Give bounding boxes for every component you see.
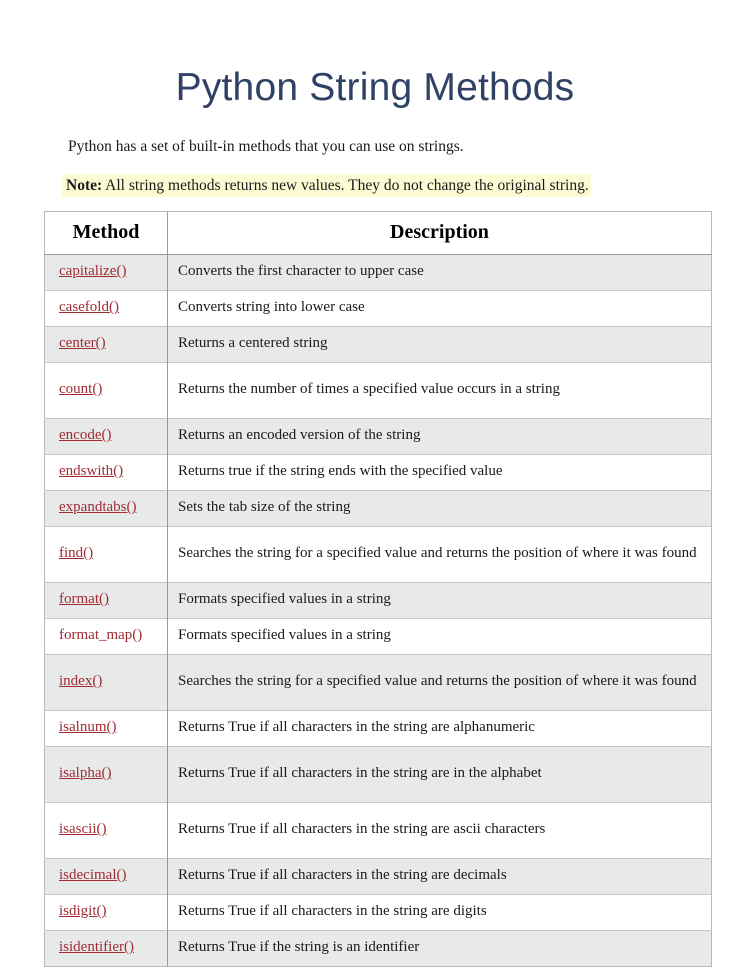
method-cell: encode() bbox=[44, 417, 168, 455]
table-row: isdigit() Returns True if all characters … bbox=[44, 893, 712, 931]
table-row: isdecimal() Returns True if all character… bbox=[44, 857, 712, 895]
methods-table-container: Method Description capitalize() Converts … bbox=[0, 199, 750, 967]
table-row: find() Searches the string for a specifie… bbox=[44, 525, 712, 583]
description-cell: Formats specified values in a string bbox=[167, 617, 712, 655]
description-cell: Returns True if all characters in the st… bbox=[167, 893, 712, 931]
method-link[interactable]: find() bbox=[59, 545, 93, 561]
method-link[interactable]: isdecimal() bbox=[59, 867, 126, 883]
method-cell: isdigit() bbox=[44, 893, 168, 931]
method-cell: format_map() bbox=[44, 617, 168, 655]
description-cell: Returns True if the string is an identif… bbox=[167, 929, 712, 967]
method-cell: find() bbox=[44, 525, 168, 583]
intro-paragraph: Python has a set of built-in methods tha… bbox=[68, 137, 464, 155]
description-cell: Returns a centered string bbox=[167, 325, 712, 363]
note-text: All string methods returns new values. T… bbox=[102, 176, 589, 194]
method-cell: isalpha() bbox=[44, 745, 168, 803]
note-container: Note: All string methods returns new val… bbox=[0, 158, 750, 199]
document-page: Python String Methods Python has a set o… bbox=[0, 0, 750, 971]
table-header-row: Method Description bbox=[44, 211, 712, 255]
table-body: capitalize() Converts the first character… bbox=[44, 253, 712, 967]
table-row: casefold() Converts string into lower cas… bbox=[44, 289, 712, 327]
method-link[interactable]: endswith() bbox=[59, 463, 123, 479]
method-name: format_map() bbox=[59, 627, 143, 644]
page-title: Python String Methods bbox=[175, 66, 575, 109]
description-cell: Formats specified values in a string bbox=[167, 581, 712, 619]
method-link[interactable]: isascii() bbox=[59, 821, 106, 837]
table-header: Method Description bbox=[44, 211, 712, 255]
method-cell: casefold() bbox=[44, 289, 168, 327]
method-cell: center() bbox=[44, 325, 168, 363]
method-link[interactable]: format() bbox=[59, 591, 109, 607]
description-cell: Converts string into lower case bbox=[167, 289, 712, 327]
table-row: isalpha() Returns True if all characters … bbox=[44, 745, 712, 803]
description-cell: Returns True if all characters in the st… bbox=[167, 801, 712, 859]
table-row: encode() Returns an encoded version of th… bbox=[44, 417, 712, 455]
method-link[interactable]: expandtabs() bbox=[59, 499, 136, 515]
note-label: Note: bbox=[66, 176, 103, 194]
description-cell: Sets the tab size of the string bbox=[167, 489, 712, 527]
table-row: isascii() Returns True if all characters … bbox=[44, 801, 712, 859]
method-link[interactable]: index() bbox=[59, 673, 102, 689]
method-cell: expandtabs() bbox=[44, 489, 168, 527]
string-methods-table: Method Description capitalize() Converts … bbox=[44, 210, 712, 967]
description-cell: Returns True if all characters in the st… bbox=[167, 857, 712, 895]
method-cell: endswith() bbox=[44, 453, 168, 491]
description-cell: Searches the string for a specified valu… bbox=[167, 653, 712, 711]
method-cell: isalnum() bbox=[44, 709, 168, 747]
description-cell: Returns True if all characters in the st… bbox=[167, 745, 712, 803]
method-cell: isascii() bbox=[44, 801, 168, 859]
table-row: format_map() Formats specified values in … bbox=[44, 617, 712, 655]
method-link[interactable]: casefold() bbox=[59, 299, 119, 315]
method-cell: index() bbox=[44, 653, 168, 711]
column-header-description: Description bbox=[167, 211, 712, 255]
method-cell: count() bbox=[44, 361, 168, 419]
method-cell: isdecimal() bbox=[44, 857, 168, 895]
table-row: count() Returns the number of times a spe… bbox=[44, 361, 712, 419]
table-row: format() Formats specified values in a st… bbox=[44, 581, 712, 619]
note-highlight: Note: All string methods returns new val… bbox=[62, 173, 591, 197]
table-row: isidentifier() Returns True if the string… bbox=[44, 929, 712, 967]
description-cell: Returns an encoded version of the string bbox=[167, 417, 712, 455]
table-row: capitalize() Converts the first character… bbox=[44, 253, 712, 291]
method-link[interactable]: capitalize() bbox=[59, 263, 126, 279]
description-cell: Searches the string for a specified valu… bbox=[167, 525, 712, 583]
description-cell: Converts the first character to upper ca… bbox=[167, 253, 712, 291]
table-row: center() Returns a centered string bbox=[44, 325, 712, 363]
method-link[interactable]: isalpha() bbox=[59, 765, 111, 781]
method-link[interactable]: encode() bbox=[59, 427, 111, 443]
method-cell: isidentifier() bbox=[44, 929, 168, 967]
method-link[interactable]: isidentifier() bbox=[59, 939, 134, 955]
table-row: isalnum() Returns True if all characters … bbox=[44, 709, 712, 747]
method-link[interactable]: count() bbox=[59, 381, 102, 397]
table-row: endswith() Returns true if the string end… bbox=[44, 453, 712, 491]
method-link[interactable]: isalnum() bbox=[59, 719, 117, 735]
table-row: expandtabs() Sets the tab size of the str… bbox=[44, 489, 712, 527]
column-header-method: Method bbox=[44, 211, 168, 255]
table-row: index() Searches the string for a specifi… bbox=[44, 653, 712, 711]
description-cell: Returns True if all characters in the st… bbox=[167, 709, 712, 747]
description-cell: Returns true if the string ends with the… bbox=[167, 453, 712, 491]
method-link[interactable]: center() bbox=[59, 335, 106, 351]
method-link[interactable]: isdigit() bbox=[59, 903, 107, 919]
description-cell: Returns the number of times a specified … bbox=[167, 361, 712, 419]
method-cell: capitalize() bbox=[44, 253, 168, 291]
method-cell: format() bbox=[44, 581, 168, 619]
